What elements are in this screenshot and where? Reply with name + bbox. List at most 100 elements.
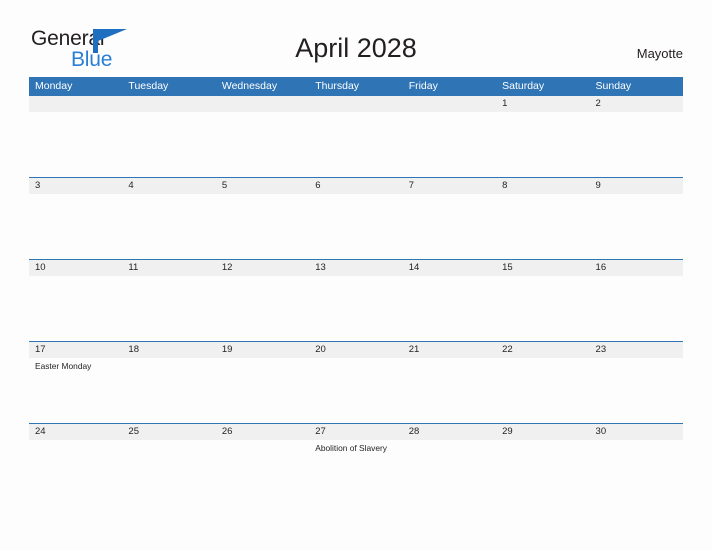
day-number[interactable]: 18 <box>122 342 215 358</box>
day-number[interactable]: 15 <box>496 260 589 276</box>
day-cell[interactable] <box>496 276 589 341</box>
day-number[interactable]: 22 <box>496 342 589 358</box>
day-cell[interactable] <box>496 358 589 423</box>
week-date-numbers: 17 18 19 20 21 22 23 <box>29 342 683 358</box>
day-number[interactable]: 13 <box>309 260 402 276</box>
day-cell[interactable] <box>309 112 402 177</box>
day-number[interactable]: 5 <box>216 178 309 194</box>
day-number[interactable] <box>309 96 402 112</box>
event-label: Abolition of Slavery <box>315 443 387 453</box>
week-row: 10 11 12 13 14 15 16 <box>29 259 683 341</box>
day-number[interactable]: 17 <box>29 342 122 358</box>
day-number[interactable]: 1 <box>496 96 589 112</box>
day-number[interactable]: 16 <box>590 260 683 276</box>
day-cell[interactable] <box>590 194 683 259</box>
day-number[interactable]: 8 <box>496 178 589 194</box>
day-cell[interactable] <box>403 440 496 505</box>
day-header-tuesday: Tuesday <box>128 80 169 92</box>
day-number[interactable]: 6 <box>309 178 402 194</box>
week-date-numbers: 1 2 <box>29 96 683 112</box>
day-number[interactable] <box>403 96 496 112</box>
day-cell[interactable] <box>29 276 122 341</box>
day-number[interactable]: 24 <box>29 424 122 440</box>
day-header-monday: Monday <box>35 80 73 92</box>
week-row: 24 25 26 27 28 29 30 Abolition of Slaver… <box>29 423 683 505</box>
calendar-page: General Blue April 2028 Mayotte Monday T… <box>0 0 712 550</box>
day-cell[interactable] <box>403 194 496 259</box>
day-cell[interactable]: Easter Monday <box>29 358 122 423</box>
day-cell[interactable] <box>590 276 683 341</box>
day-number[interactable]: 26 <box>216 424 309 440</box>
day-number[interactable]: 10 <box>29 260 122 276</box>
day-cell[interactable] <box>309 276 402 341</box>
day-number[interactable]: 29 <box>496 424 589 440</box>
day-number[interactable]: 21 <box>403 342 496 358</box>
day-number[interactable]: 14 <box>403 260 496 276</box>
week-date-numbers: 3 4 5 6 7 8 9 <box>29 178 683 194</box>
day-number[interactable]: 9 <box>590 178 683 194</box>
week-row: 3 4 5 6 7 8 9 <box>29 177 683 259</box>
day-number[interactable]: 19 <box>216 342 309 358</box>
day-cell[interactable] <box>29 194 122 259</box>
day-header-sunday: Sunday <box>595 80 632 92</box>
day-number[interactable]: 12 <box>216 260 309 276</box>
day-cell[interactable] <box>403 112 496 177</box>
day-cell[interactable] <box>122 358 215 423</box>
day-number[interactable]: 4 <box>122 178 215 194</box>
week-event-row <box>29 112 683 177</box>
day-cell[interactable] <box>122 194 215 259</box>
day-number[interactable]: 3 <box>29 178 122 194</box>
day-cell[interactable] <box>496 112 589 177</box>
week-row: 17 18 19 20 21 22 23 Easter Monday <box>29 341 683 423</box>
day-cell[interactable] <box>216 194 309 259</box>
day-cell[interactable] <box>309 194 402 259</box>
day-cell[interactable] <box>216 440 309 505</box>
day-cell[interactable] <box>496 440 589 505</box>
day-cell[interactable] <box>590 440 683 505</box>
page-title: April 2028 <box>295 33 417 63</box>
day-cell[interactable] <box>216 276 309 341</box>
page-header: General Blue April 2028 Mayotte <box>0 0 712 76</box>
week-date-numbers: 24 25 26 27 28 29 30 <box>29 424 683 440</box>
day-cell[interactable] <box>403 358 496 423</box>
week-event-row <box>29 276 683 341</box>
day-number[interactable]: 30 <box>590 424 683 440</box>
day-number[interactable]: 23 <box>590 342 683 358</box>
day-number[interactable] <box>29 96 122 112</box>
day-header-thursday: Thursday <box>315 80 360 92</box>
day-cell[interactable] <box>590 358 683 423</box>
week-row: 1 2 <box>29 95 683 177</box>
day-cell[interactable] <box>122 112 215 177</box>
week-date-numbers: 10 11 12 13 14 15 16 <box>29 260 683 276</box>
week-event-row: Easter Monday <box>29 358 683 423</box>
day-of-week-header-row: Monday Tuesday Wednesday Thursday Friday… <box>29 77 683 95</box>
calendar-grid: Monday Tuesday Wednesday Thursday Friday… <box>29 77 683 505</box>
week-event-row <box>29 194 683 259</box>
day-number[interactable]: 27 <box>309 424 402 440</box>
day-header-friday: Friday <box>408 80 438 92</box>
day-number[interactable]: 25 <box>122 424 215 440</box>
day-number[interactable] <box>216 96 309 112</box>
day-cell[interactable] <box>122 440 215 505</box>
day-number[interactable]: 7 <box>403 178 496 194</box>
day-cell[interactable] <box>496 194 589 259</box>
day-number[interactable] <box>122 96 215 112</box>
location-label: Mayotte <box>636 46 683 61</box>
day-cell[interactable] <box>216 112 309 177</box>
day-cell[interactable] <box>309 358 402 423</box>
day-header-saturday: Saturday <box>502 80 545 92</box>
event-label: Easter Monday <box>35 361 92 371</box>
day-cell[interactable]: Abolition of Slavery <box>309 440 402 505</box>
day-cell[interactable] <box>403 276 496 341</box>
day-number[interactable]: 2 <box>590 96 683 112</box>
day-number[interactable]: 20 <box>309 342 402 358</box>
day-cell[interactable] <box>216 358 309 423</box>
day-cell[interactable] <box>29 440 122 505</box>
day-cell[interactable] <box>122 276 215 341</box>
day-header-wednesday: Wednesday <box>221 80 278 92</box>
day-number[interactable]: 28 <box>403 424 496 440</box>
week-event-row: Abolition of Slavery <box>29 440 683 505</box>
day-cell[interactable] <box>590 112 683 177</box>
day-cell[interactable] <box>29 112 122 177</box>
day-number[interactable]: 11 <box>122 260 215 276</box>
